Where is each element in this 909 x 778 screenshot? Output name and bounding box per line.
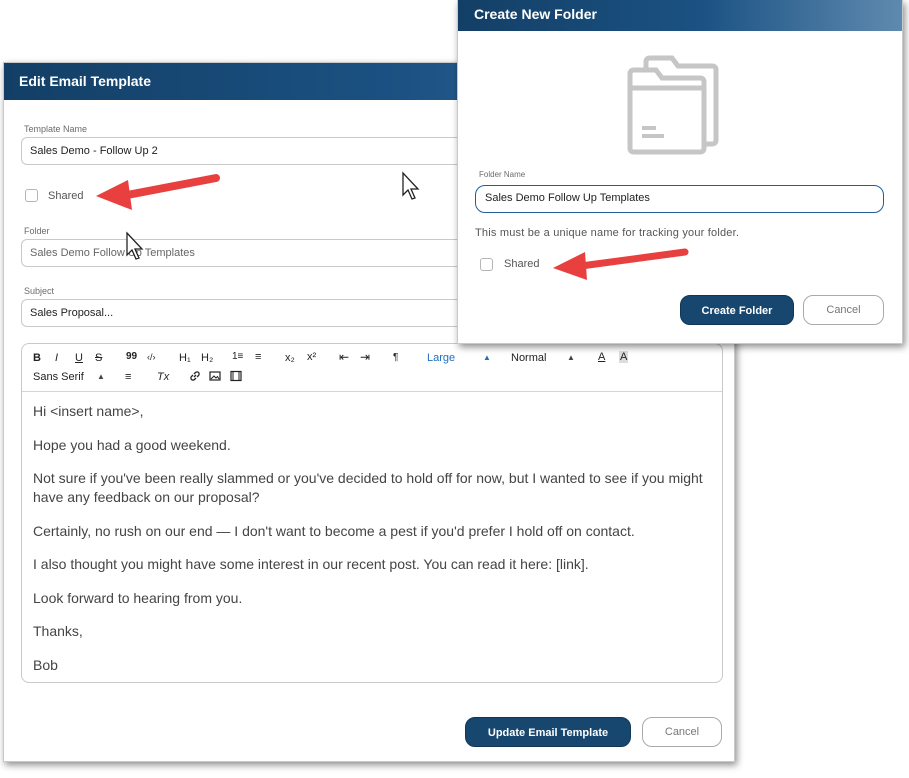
shared-label: Shared (48, 190, 84, 202)
dialog-title: Edit Email Template (19, 73, 151, 89)
italic-button[interactable]: I (55, 352, 58, 364)
header-caret-icon: ▲ (567, 353, 575, 362)
mouse-cursor-icon (402, 171, 420, 200)
shared-checkbox[interactable] (25, 189, 38, 202)
body-paragraph: Look forward to hearing from you. (33, 589, 243, 606)
h2-button[interactable]: H₂ (201, 352, 213, 364)
annotation-arrow-icon (96, 174, 220, 210)
header-select[interactable]: Normal (511, 352, 546, 364)
annotation-arrow-icon (553, 248, 689, 280)
align-button[interactable]: ≡ (125, 371, 131, 383)
body-paragraph: Certainly, no rush on our end — I don't … (33, 522, 635, 539)
body-paragraph: Hi <insert name>, (33, 403, 144, 419)
size-select[interactable]: Large (427, 352, 455, 364)
editor-toolbar: B I U S 99 ‹/› H₁ H₂ 1≡ ≡ x₂ x² ⇤ ⇥ ¶ La… (22, 344, 722, 392)
editor-content[interactable]: Hi <insert name>, Hope you had a good we… (33, 402, 710, 689)
dialog-header: Create New Folder (458, 0, 902, 31)
body-paragraph: Thanks, (33, 623, 83, 639)
image-icon[interactable] (209, 370, 221, 385)
superscript-button[interactable]: x² (307, 351, 316, 363)
folder-icon (626, 54, 736, 164)
link-icon[interactable] (189, 370, 201, 385)
outdent-button[interactable]: ⇤ (339, 350, 349, 364)
folder-label: Folder (24, 226, 50, 236)
body-paragraph: Not sure if you've been really slammed o… (33, 470, 703, 505)
blockquote-button[interactable]: 99 (126, 351, 137, 362)
bold-button[interactable]: B (33, 352, 41, 364)
font-color-icon[interactable]: A (598, 351, 605, 363)
dialog-title: Create New Folder (474, 6, 597, 22)
text-direction-button[interactable]: ¶ (393, 352, 398, 363)
body-paragraph: Bob (33, 656, 58, 673)
create-folder-dialog: Create New Folder Folder Name Sales Demo… (457, 0, 903, 344)
code-button[interactable]: ‹/› (147, 352, 156, 362)
video-icon[interactable] (230, 370, 242, 385)
update-email-template-button[interactable]: Update Email Template (465, 717, 631, 747)
highlight-color-icon[interactable]: A (619, 351, 629, 363)
template-name-label: Template Name (24, 124, 88, 134)
mouse-cursor-icon (126, 231, 144, 260)
folder-name-input[interactable]: Sales Demo Follow Up Templates (475, 185, 884, 213)
shared-checkbox[interactable] (480, 258, 493, 271)
subject-label: Subject (24, 286, 55, 296)
cancel-button[interactable]: Cancel (803, 295, 884, 325)
body-paragraph: Hope you had a good weekend. (33, 436, 231, 453)
bullet-list-button[interactable]: ≡ (255, 351, 261, 363)
create-folder-button[interactable]: Create Folder (680, 295, 794, 325)
font-caret-icon: ▲ (97, 372, 105, 381)
rich-text-editor[interactable]: B I U S 99 ‹/› H₁ H₂ 1≡ ≡ x₂ x² ⇤ ⇥ ¶ La… (21, 343, 723, 683)
underline-button[interactable]: U (75, 352, 83, 364)
folder-name-label: Folder Name (479, 170, 526, 179)
clear-format-button[interactable]: Tx (157, 371, 169, 383)
size-caret-icon: ▲ (483, 353, 491, 362)
shared-label: Shared (504, 258, 540, 270)
body-paragraph: I also thought you might have some inter… (33, 556, 589, 572)
indent-button[interactable]: ⇥ (360, 350, 370, 364)
ordered-list-button[interactable]: 1≡ (232, 351, 243, 362)
subscript-button[interactable]: x₂ (285, 352, 295, 364)
cancel-button[interactable]: Cancel (642, 717, 722, 747)
helper-text: This must be a unique name for tracking … (475, 227, 740, 239)
h1-button[interactable]: H₁ (179, 352, 191, 364)
font-select[interactable]: Sans Serif (33, 371, 84, 383)
strike-button[interactable]: S (95, 352, 102, 364)
